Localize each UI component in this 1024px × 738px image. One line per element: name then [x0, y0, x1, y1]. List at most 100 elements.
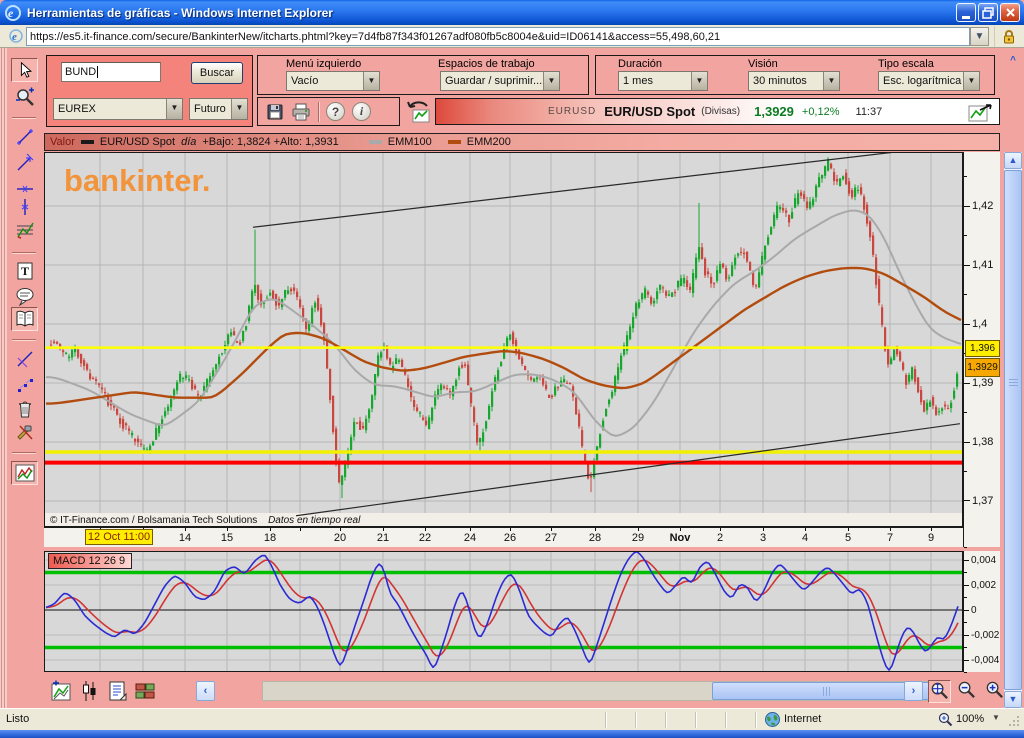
info-button[interactable]: i: [352, 102, 371, 121]
price-tick: [964, 206, 970, 207]
page-icon: e: [8, 28, 24, 44]
time-axis-label: 14: [171, 532, 199, 544]
macd-axis-label: 0: [971, 605, 977, 616]
left-menu-label: Menú izquierdo: [286, 58, 361, 70]
minimize-button[interactable]: [956, 3, 976, 22]
macd-tick: [964, 635, 969, 636]
restore-button[interactable]: [978, 3, 998, 22]
ticker-price: 1,3929: [754, 104, 794, 119]
save-button[interactable]: [266, 103, 284, 121]
callout-tool[interactable]: [11, 284, 38, 308]
chevron-down-icon: ▼: [363, 72, 379, 90]
vertical-scrollbar[interactable]: ▲ ▼: [1004, 152, 1022, 708]
workspaces-select[interactable]: Guardar / suprimir...▼: [440, 71, 560, 91]
price-tick: [964, 324, 970, 325]
ie-icon: e: [4, 4, 22, 22]
zone-text: Internet: [784, 713, 821, 725]
macd-tick: [964, 647, 967, 648]
text-icon: T: [15, 261, 35, 281]
scroll-up-button[interactable]: ▲: [1004, 152, 1022, 169]
select-cursor-tool[interactable]: [11, 58, 38, 82]
zoom-in-icon: [984, 680, 1005, 701]
collapse-toolbar-chevron[interactable]: ^: [1004, 55, 1022, 71]
fibonacci-tool[interactable]: [11, 218, 38, 242]
date-tooltip: 12 Oct 11:00: [85, 529, 153, 545]
points-tool[interactable]: [11, 374, 38, 398]
zoom-dropdown-caret[interactable]: ▼: [992, 713, 1000, 722]
magnifier-icon: [15, 87, 35, 107]
add-study-button[interactable]: [50, 680, 72, 702]
zoom-tool[interactable]: [11, 85, 38, 109]
settings-tool[interactable]: [11, 421, 38, 445]
scroll-right-button[interactable]: ›: [904, 681, 923, 701]
zoom-out-button[interactable]: [956, 680, 979, 703]
candles: [50, 157, 958, 498]
back-to-chart-button[interactable]: [405, 99, 433, 125]
left-menu-value: Vacío: [287, 75, 363, 87]
globe-icon: [765, 712, 780, 727]
text-tool[interactable]: T: [11, 259, 38, 283]
address-bar: e https://es5.it-finance.com/secure/Bank…: [0, 25, 1024, 48]
duration-select[interactable]: 1 mes▼: [618, 71, 708, 91]
scroll-left-button[interactable]: ‹: [196, 681, 215, 701]
workspaces-value: Guardar / suprimir...: [441, 75, 543, 87]
search-input[interactable]: BUND: [61, 62, 161, 82]
url-input[interactable]: https://es5.it-finance.com/secure/Bankin…: [26, 27, 970, 46]
resize-grip[interactable]: [1008, 715, 1021, 728]
delete-tool[interactable]: [11, 397, 38, 421]
url-text: https://es5.it-finance.com/secure/Bankin…: [30, 31, 720, 43]
title-bar: e Herramientas de gráficas - Windows Int…: [0, 0, 1024, 25]
minimize-icon: [962, 16, 970, 19]
vertical-line-tool[interactable]: [11, 195, 38, 219]
trendline-icon: [15, 153, 35, 173]
price-chart-canvas[interactable]: [44, 152, 963, 527]
copyright-note: © IT-Finance.com / Bolsamania Tech Solut…: [50, 515, 360, 526]
close-button[interactable]: [1000, 3, 1020, 22]
open-chart-icon[interactable]: [968, 102, 994, 122]
exchange-select[interactable]: EUREX▼: [53, 98, 183, 120]
pan-zoom-button[interactable]: [928, 680, 951, 703]
blocks-button[interactable]: [134, 680, 156, 702]
url-dropdown-button[interactable]: ▼: [970, 27, 989, 46]
scale-select[interactable]: Esc. logarítmica▼: [878, 71, 980, 91]
vertical-scrollbar-thumb[interactable]: [1004, 170, 1022, 690]
macd-label[interactable]: MACD 12 26 9: [48, 553, 132, 569]
price-tick: [964, 500, 970, 501]
instrument-select[interactable]: Futuro▼: [189, 98, 248, 120]
page-zoom-level[interactable]: 100%: [956, 713, 984, 725]
sidebar-splitter[interactable]: [0, 48, 7, 708]
status-separator: [665, 712, 666, 728]
chart-legend: Valor EUR/USD Spot día +Bajo: 1,3824 +Al…: [44, 133, 1000, 151]
status-separator: [725, 712, 726, 728]
macd-canvas[interactable]: [44, 551, 963, 672]
price-tick: [964, 235, 967, 236]
chart-style-button[interactable]: [78, 680, 100, 702]
realtime-note: Datos en tiempo real: [268, 515, 360, 526]
price-tick: [964, 412, 967, 413]
indicator-tool[interactable]: [11, 461, 38, 485]
catalog-tool[interactable]: [11, 307, 38, 331]
chart-indicator-icon: [15, 463, 35, 483]
cross-line-tool[interactable]: [11, 347, 38, 371]
fibonacci-icon: [15, 220, 35, 240]
view-select[interactable]: 30 minutos▼: [748, 71, 840, 91]
time-tick: [805, 528, 806, 531]
cross-line-icon: [15, 349, 35, 369]
segment-tool[interactable]: [11, 125, 38, 149]
left-menu-select[interactable]: Vacío▼: [286, 71, 380, 91]
trendline-tool[interactable]: [11, 151, 38, 175]
workspaces-label: Espacios de trabajo: [438, 58, 535, 70]
scroll-down-button[interactable]: ▼: [1004, 691, 1022, 708]
help-button[interactable]: ?: [326, 102, 345, 121]
annotation-button[interactable]: [106, 680, 128, 702]
macd-line: [46, 552, 958, 670]
search-button[interactable]: Buscar: [191, 62, 243, 84]
time-tick: [595, 528, 596, 531]
legend-title: Valor: [50, 136, 75, 148]
time-tick: [638, 528, 639, 531]
time-axis: 1415182021222426272829Nov234579: [44, 527, 963, 547]
lock-icon: [1002, 29, 1016, 45]
status-separator: [695, 712, 696, 728]
page-zoom-icon: [938, 712, 953, 727]
print-button[interactable]: [291, 103, 311, 121]
